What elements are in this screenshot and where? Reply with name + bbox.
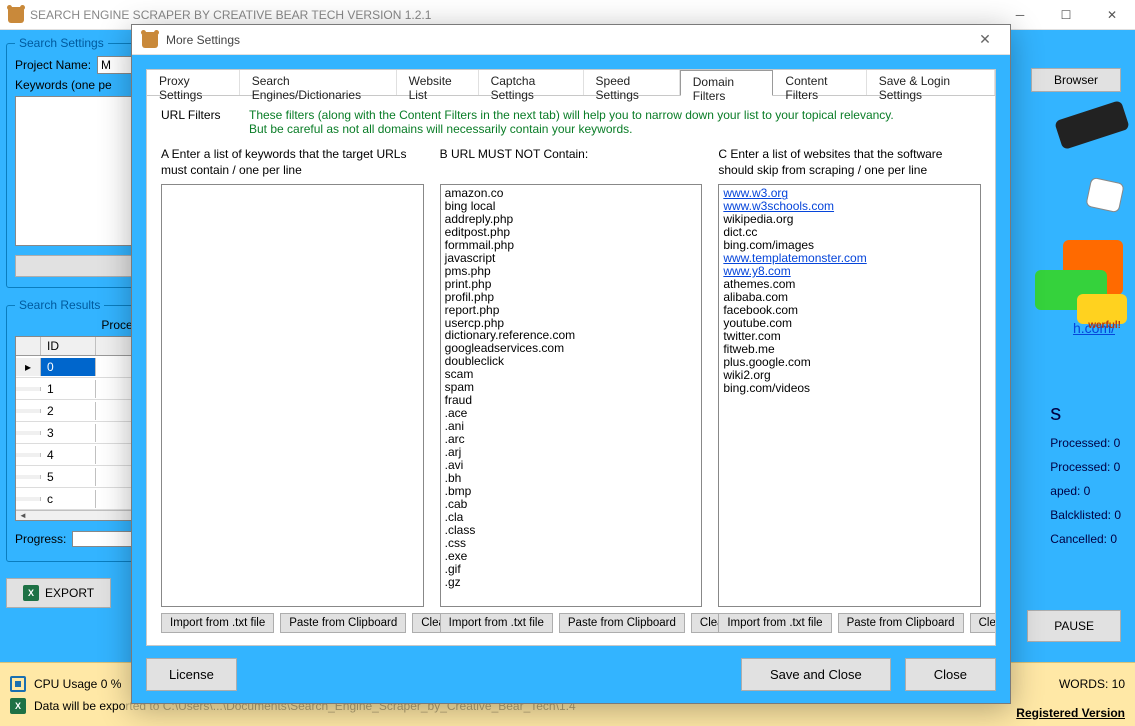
column-b-listbox[interactable]: amazon.cobing localaddreply.phpeditpost.… — [440, 184, 703, 607]
tab-domain-filters[interactable]: Domain Filters — [680, 70, 774, 96]
list-item[interactable]: .exe — [445, 550, 698, 563]
progress-label: Progress: — [15, 532, 66, 546]
list-item[interactable]: fitweb.me — [723, 343, 976, 356]
tab-search-engines-dictionaries[interactable]: Search Engines/Dictionaries — [240, 70, 397, 95]
list-item[interactable]: alibaba.com — [723, 291, 976, 304]
words-count: WORDS: 10 — [1059, 677, 1125, 691]
id-header: ID — [41, 337, 96, 355]
list-item[interactable]: editpost.php — [445, 226, 698, 239]
stats-panel: s Processed: 0 Processed: 0 aped: 0 Balc… — [1050, 390, 1121, 556]
url-filters-hint: These filters (along with the Content Fi… — [249, 108, 894, 136]
tab-website-list[interactable]: Website List — [397, 70, 479, 95]
list-item[interactable]: .cab — [445, 498, 698, 511]
tab-strip: Proxy SettingsSearch Engines/Dictionarie… — [147, 70, 995, 96]
more-settings-dialog: More Settings ✕ Proxy SettingsSearch Eng… — [131, 24, 1011, 704]
col-a-paste-button[interactable]: Paste from Clipboard — [280, 613, 406, 633]
col-b-import-button[interactable]: Import from .txt file — [440, 613, 553, 633]
pause-button[interactable]: PAUSE — [1027, 610, 1121, 642]
col-c-paste-button[interactable]: Paste from Clipboard — [838, 613, 964, 633]
excel-status-icon: X — [10, 698, 26, 714]
list-item[interactable]: fraud — [445, 394, 698, 407]
list-item[interactable]: amazon.co — [445, 187, 698, 200]
tab-speed-settings[interactable]: Speed Settings — [584, 70, 680, 95]
maximize-button[interactable]: ☐ — [1043, 0, 1089, 30]
list-item[interactable]: wikipedia.org — [723, 213, 976, 226]
list-item[interactable]: .bh — [445, 472, 698, 485]
list-item[interactable]: print.php — [445, 278, 698, 291]
excel-icon: X — [23, 585, 39, 601]
tab-content-filters[interactable]: Content Filters — [773, 70, 866, 95]
column-a-listbox[interactable] — [161, 184, 424, 607]
list-item[interactable]: .gif — [445, 563, 698, 576]
tab-save-login-settings[interactable]: Save & Login Settings — [867, 70, 995, 95]
list-item[interactable]: .cla — [445, 511, 698, 524]
list-item[interactable]: scam — [445, 368, 698, 381]
cpu-icon — [10, 676, 26, 692]
list-item[interactable]: plus.google.com — [723, 356, 976, 369]
keywords-label: Keywords (one pe — [15, 78, 112, 92]
registered-version-text: Registered Version — [1016, 706, 1125, 720]
close-dialog-button[interactable]: Close — [905, 658, 996, 691]
list-item[interactable]: .ani — [445, 420, 698, 433]
list-item[interactable]: .class — [445, 524, 698, 537]
list-item[interactable]: .bmp — [445, 485, 698, 498]
save-and-close-button[interactable]: Save and Close — [741, 658, 891, 691]
search-settings-legend: Search Settings — [15, 36, 108, 50]
main-title: SEARCH ENGINE SCRAPER BY CREATIVE BEAR T… — [30, 8, 431, 22]
list-item[interactable]: spam — [445, 381, 698, 394]
list-item[interactable]: report.php — [445, 304, 698, 317]
list-item[interactable]: pms.php — [445, 265, 698, 278]
col-b-paste-button[interactable]: Paste from Clipboard — [559, 613, 685, 633]
col-a-import-button[interactable]: Import from .txt file — [161, 613, 274, 633]
close-button[interactable]: ✕ — [1089, 0, 1135, 30]
list-item[interactable]: formmail.php — [445, 239, 698, 252]
dialog-close-icon[interactable]: ✕ — [970, 31, 1000, 48]
col-c-import-button[interactable]: Import from .txt file — [718, 613, 831, 633]
list-item[interactable]: twitter.com — [723, 330, 976, 343]
tab-proxy-settings[interactable]: Proxy Settings — [147, 70, 240, 95]
url-filters-label: URL Filters — [161, 108, 221, 136]
dialog-title: More Settings — [166, 33, 240, 47]
illustration: werful! — [1012, 70, 1127, 300]
list-item[interactable]: doubleclick — [445, 355, 698, 368]
list-item[interactable]: .arc — [445, 433, 698, 446]
list-item[interactable]: .css — [445, 537, 698, 550]
list-item[interactable]: facebook.com — [723, 304, 976, 317]
list-item[interactable]: youtube.com — [723, 317, 976, 330]
app-icon — [8, 7, 24, 23]
export-button[interactable]: X EXPORT — [6, 578, 111, 608]
list-item[interactable]: addreply.php — [445, 213, 698, 226]
column-b-header: B URL MUST NOT Contain: — [440, 146, 703, 178]
list-item[interactable]: bing.com/videos — [723, 382, 976, 395]
list-item[interactable]: .avi — [445, 459, 698, 472]
column-c-header: C Enter a list of websites that the soft… — [718, 146, 981, 178]
list-item[interactable]: bing local — [445, 200, 698, 213]
list-item[interactable]: javascript — [445, 252, 698, 265]
dialog-icon — [142, 32, 158, 48]
list-item[interactable]: .ace — [445, 407, 698, 420]
col-c-clear-button[interactable]: Clear — [970, 613, 995, 633]
list-item[interactable]: wiki2.org — [723, 369, 976, 382]
search-results-legend: Search Results — [15, 298, 104, 312]
list-item[interactable]: .gz — [445, 576, 698, 589]
column-a-header: A Enter a list of keywords that the targ… — [161, 146, 424, 178]
list-item[interactable]: .arj — [445, 446, 698, 459]
license-button[interactable]: License — [146, 658, 237, 691]
project-name-label: Project Name: — [15, 58, 91, 72]
list-item[interactable]: profil.php — [445, 291, 698, 304]
cpu-usage-text: CPU Usage 0 % — [34, 677, 121, 691]
tab-captcha-settings[interactable]: Captcha Settings — [479, 70, 584, 95]
column-c-listbox[interactable]: www.w3.orgwww.w3schools.comwikipedia.org… — [718, 184, 981, 607]
